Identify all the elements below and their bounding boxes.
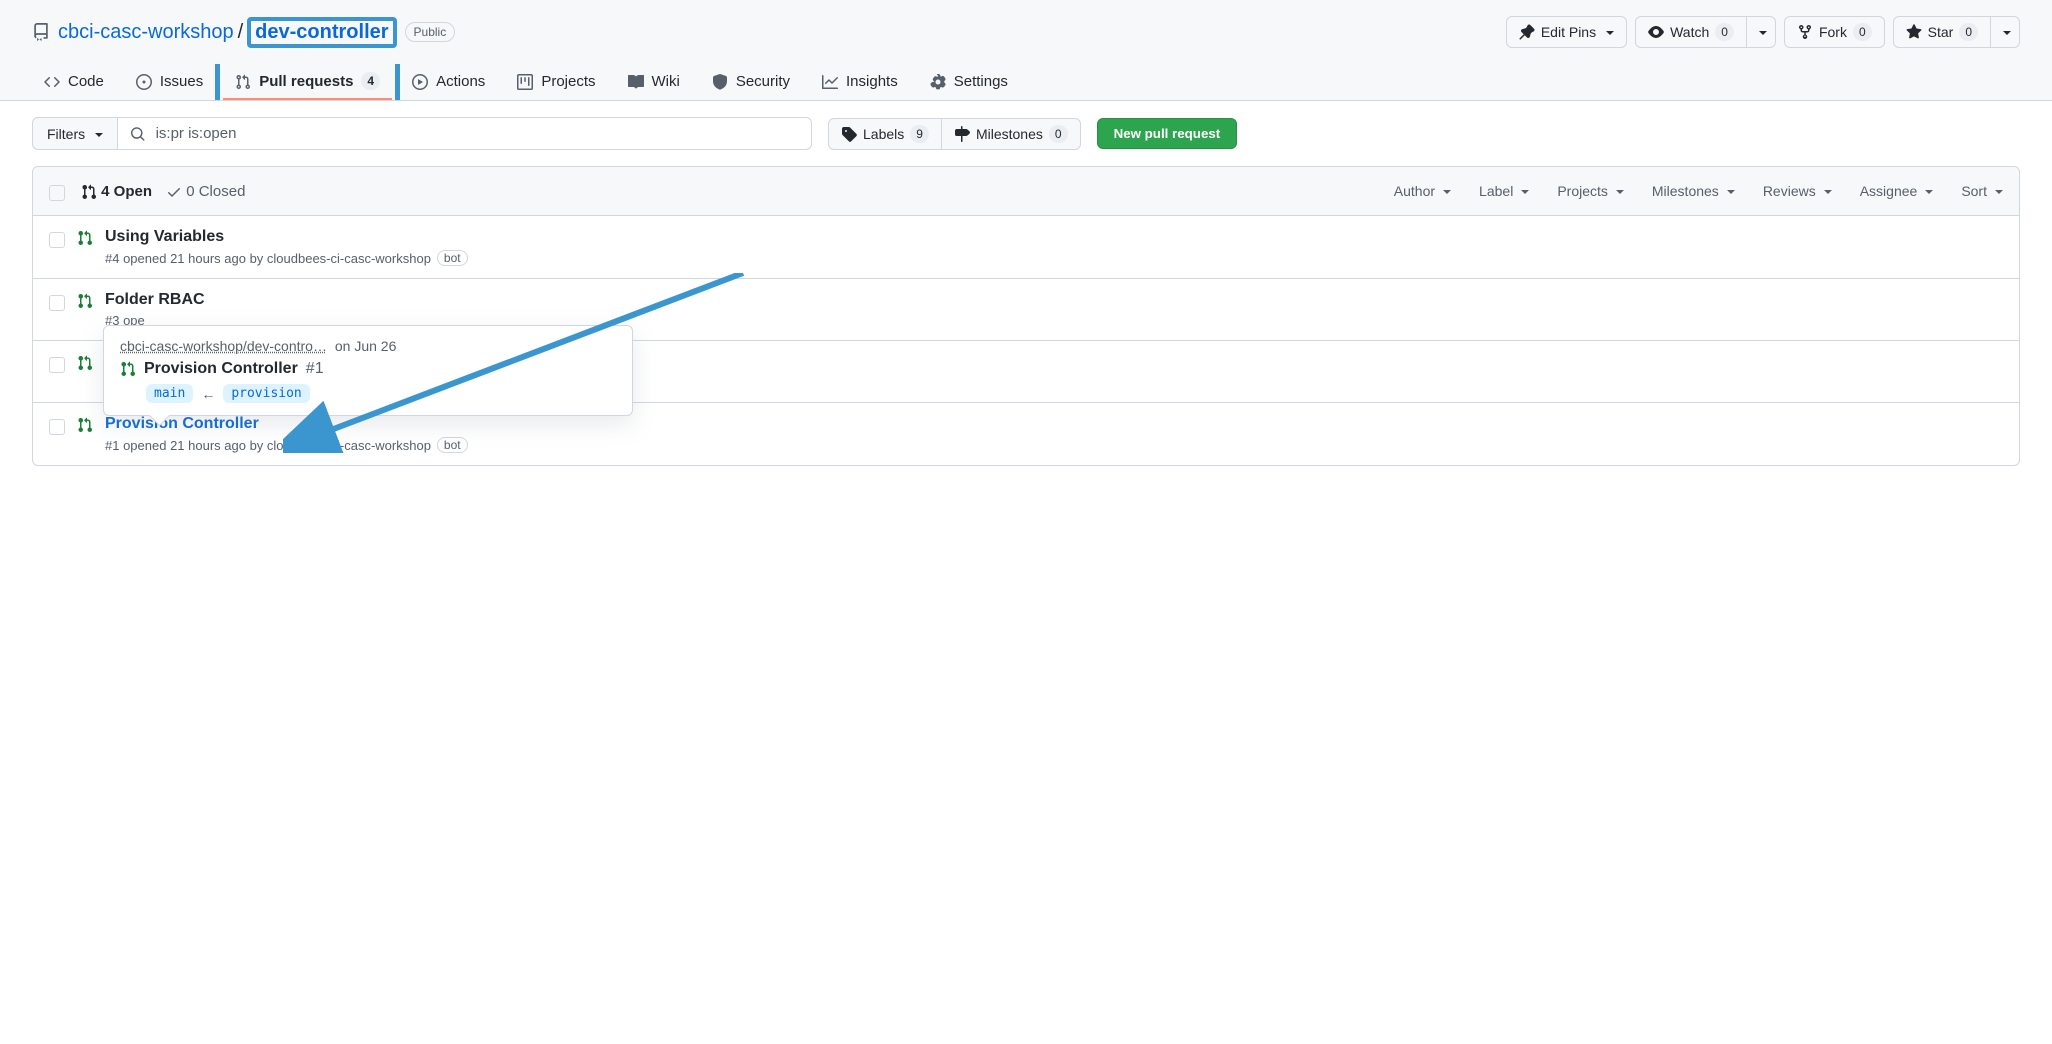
star-button[interactable]: Star 0	[1893, 16, 1991, 48]
row-checkbox[interactable]	[49, 232, 65, 248]
repo-icon	[32, 23, 50, 41]
hovercard-number: #1	[306, 360, 324, 378]
book-icon	[628, 73, 644, 90]
milestone-icon	[954, 126, 970, 142]
open-tab[interactable]: 4 Open	[81, 183, 152, 200]
base-branch-pill[interactable]: main	[146, 384, 193, 403]
hovercard-repo-path[interactable]: cbci-casc-workshop/dev-contro…	[120, 338, 327, 354]
watch-menu-button[interactable]	[1746, 16, 1776, 48]
tab-wiki[interactable]: Wiki	[616, 64, 692, 100]
filter-projects[interactable]: Projects	[1557, 183, 1624, 199]
edit-pins-button[interactable]: Edit Pins	[1506, 16, 1627, 48]
filters-button[interactable]: Filters	[32, 117, 117, 150]
pull-request-open-icon	[77, 293, 93, 328]
tab-insights[interactable]: Insights	[810, 64, 910, 100]
bot-badge: bot	[437, 437, 468, 453]
hovercard-title: Provision Controller	[144, 360, 298, 378]
issue-icon	[136, 73, 152, 90]
filter-label[interactable]: Label	[1479, 183, 1529, 199]
filter-reviews[interactable]: Reviews	[1763, 183, 1832, 199]
project-icon	[517, 73, 533, 90]
pr-list: 4 Open 0 Closed Author Label Projects Mi…	[32, 166, 2020, 466]
pull-request-icon	[235, 73, 251, 90]
row-checkbox[interactable]	[49, 419, 65, 435]
search-icon	[130, 126, 145, 142]
pull-request-open-icon	[77, 230, 93, 266]
pr-hovercard: cbci-casc-workshop/dev-contro… on Jun 26…	[103, 325, 633, 416]
tab-projects[interactable]: Projects	[505, 64, 607, 100]
fork-button[interactable]: Fork 0	[1784, 16, 1885, 48]
visibility-badge: Public	[405, 22, 456, 42]
pr-row: Using Variables #4 opened 21 hours ago b…	[33, 216, 2019, 279]
play-icon	[412, 73, 428, 90]
highlight-repo-name: dev-controller	[247, 17, 396, 48]
search-input[interactable]	[154, 124, 799, 143]
check-icon	[166, 184, 182, 200]
pr-meta: #1 opened 21 hours ago by cloudbees-ci-c…	[105, 438, 431, 453]
pr-row: Provision Controller #1 opened 21 hours …	[33, 403, 2019, 465]
watch-button[interactable]: Watch 0	[1635, 16, 1747, 48]
filter-sort[interactable]: Sort	[1961, 183, 2003, 199]
tag-icon	[841, 126, 857, 142]
pr-title-link[interactable]: Provision Controller	[105, 415, 259, 432]
caret-down-icon	[1602, 22, 1614, 42]
milestones-button[interactable]: Milestones 0	[941, 118, 1081, 150]
arrow-left-icon: ←	[201, 386, 215, 402]
repo-link[interactable]: dev-controller	[255, 21, 388, 43]
tab-code[interactable]: Code	[32, 64, 116, 100]
tab-pull-requests[interactable]: Pull requests 4	[223, 64, 392, 100]
filter-assignee[interactable]: Assignee	[1860, 183, 1934, 199]
bot-badge: bot	[437, 250, 468, 266]
pr-title-link[interactable]: Using Variables	[105, 228, 224, 245]
select-all-checkbox[interactable]	[49, 185, 65, 201]
tab-settings[interactable]: Settings	[918, 64, 1020, 100]
pull-request-open-icon	[120, 360, 136, 378]
graph-icon	[822, 73, 838, 90]
closed-tab[interactable]: 0 Closed	[166, 183, 245, 200]
breadcrumb: cbci-casc-workshop / dev-controller	[58, 21, 397, 44]
caret-down-icon	[1999, 22, 2011, 42]
head-branch-pill[interactable]: provision	[223, 384, 309, 403]
repo-tabs: Code Issues Pull requests 4 Actions Proj…	[32, 64, 2020, 100]
tab-issues[interactable]: Issues	[124, 64, 215, 100]
pr-title-link[interactable]: Folder RBAC	[105, 291, 205, 308]
search-input-wrapper[interactable]	[117, 117, 812, 150]
caret-down-icon	[91, 126, 103, 142]
tab-actions[interactable]: Actions	[400, 64, 497, 100]
caret-down-icon	[1755, 22, 1767, 42]
pr-meta: #4 opened 21 hours ago by cloudbees-ci-c…	[105, 251, 431, 266]
owner-link[interactable]: cbci-casc-workshop	[58, 21, 234, 44]
code-icon	[44, 73, 60, 90]
filter-author[interactable]: Author	[1394, 183, 1451, 199]
pull-request-open-icon	[77, 355, 93, 390]
pull-request-open-icon	[77, 417, 93, 453]
hovercard-date: on Jun 26	[335, 338, 397, 354]
shield-icon	[712, 73, 728, 90]
row-checkbox[interactable]	[49, 357, 65, 373]
pull-request-icon	[81, 184, 97, 200]
labels-button[interactable]: Labels 9	[828, 118, 942, 150]
tab-security[interactable]: Security	[700, 64, 802, 100]
filter-milestones[interactable]: Milestones	[1652, 183, 1735, 199]
gear-icon	[930, 73, 946, 90]
new-pull-request-button[interactable]: New pull request	[1097, 118, 1238, 149]
star-menu-button[interactable]	[1990, 16, 2020, 48]
row-checkbox[interactable]	[49, 295, 65, 311]
